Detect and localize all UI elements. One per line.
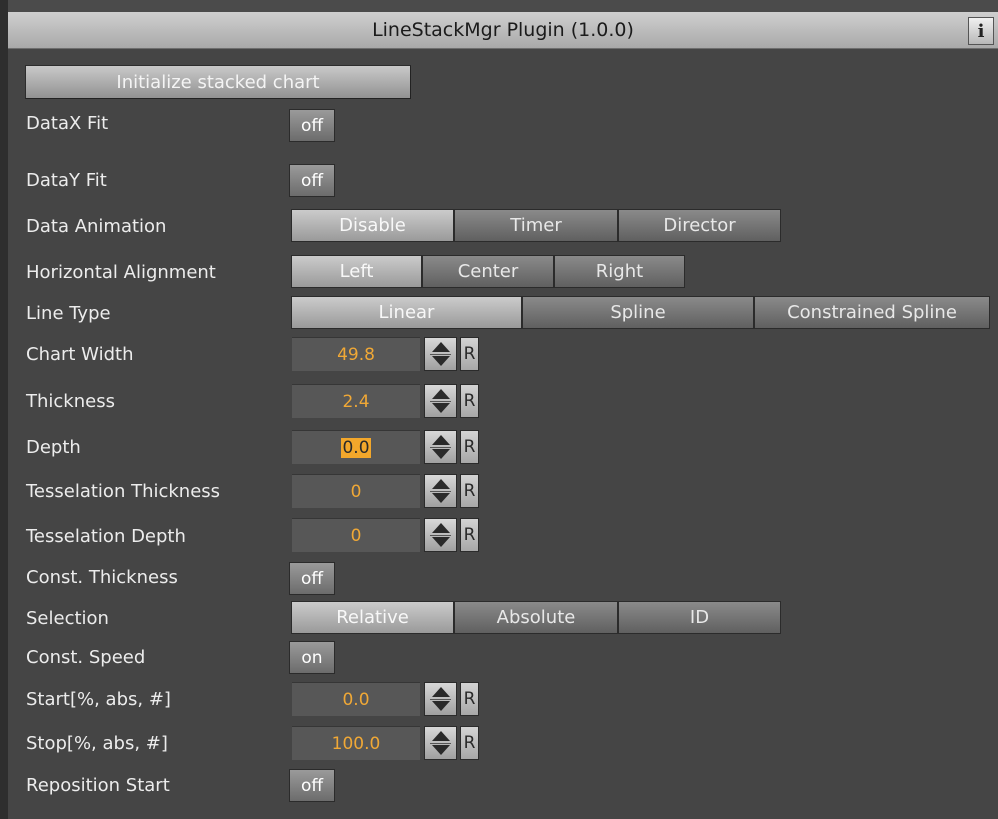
datay-fit-label: DataY Fit (26, 170, 107, 191)
alignment-left-button[interactable]: Left (291, 255, 422, 288)
stop-field[interactable]: 100.0 (292, 726, 420, 760)
line-type-label: Line Type (26, 303, 111, 324)
const-thickness-label: Const. Thickness (26, 567, 178, 588)
reposition-start-label: Reposition Start (26, 775, 170, 796)
panel-top-strip (8, 0, 998, 12)
data-animation-label: Data Animation (26, 216, 167, 237)
initialize-chart-button[interactable]: Initialize stacked chart (25, 65, 411, 99)
thickness-spinner-icon[interactable] (424, 384, 457, 418)
tesselation-depth-reset-button[interactable]: R (460, 518, 479, 552)
const-speed-label: Const. Speed (26, 647, 146, 668)
const-thickness-toggle[interactable]: off (289, 562, 335, 595)
reposition-start-toggle[interactable]: off (289, 769, 335, 802)
panel-title: LineStackMgr Plugin (1.0.0) (372, 19, 634, 41)
tesselation-depth-label: Tesselation Depth (26, 526, 186, 547)
alignment-center-button[interactable]: Center (422, 255, 554, 288)
tesselation-thickness-spinner-icon[interactable] (424, 474, 457, 508)
data-animation-director-button[interactable]: Director (618, 209, 781, 242)
selection-relative-button[interactable]: Relative (291, 601, 454, 634)
info-icon[interactable]: i (968, 17, 994, 45)
stop-label: Stop[%, abs, #] (26, 733, 168, 754)
start-label: Start[%, abs, #] (26, 689, 171, 710)
chart-width-spinner-icon[interactable] (424, 337, 457, 371)
panel-title-bar: LineStackMgr Plugin (1.0.0) i (8, 12, 998, 49)
depth-reset-button[interactable]: R (460, 430, 479, 464)
tesselation-thickness-reset-button[interactable]: R (460, 474, 479, 508)
chart-width-reset-button[interactable]: R (460, 337, 479, 371)
tesselation-thickness-label: Tesselation Thickness (26, 481, 221, 502)
chart-width-label: Chart Width (26, 344, 134, 365)
stop-spinner-icon[interactable] (424, 726, 457, 760)
horizontal-alignment-label: Horizontal Alignment (26, 262, 216, 283)
selection-absolute-button[interactable]: Absolute (454, 601, 618, 634)
thickness-field[interactable]: 2.4 (292, 384, 420, 418)
data-animation-timer-button[interactable]: Timer (454, 209, 618, 242)
depth-field[interactable]: 0.0 (292, 430, 420, 464)
chart-width-field[interactable]: 49.8 (292, 337, 420, 371)
start-spinner-icon[interactable] (424, 682, 457, 716)
data-animation-disable-button[interactable]: Disable (291, 209, 454, 242)
panel-left-border (0, 0, 8, 819)
start-reset-button[interactable]: R (460, 682, 479, 716)
line-type-linear-button[interactable]: Linear (291, 296, 522, 329)
datax-fit-toggle[interactable]: off (289, 109, 335, 142)
const-speed-toggle[interactable]: on (289, 641, 335, 674)
tesselation-depth-spinner-icon[interactable] (424, 518, 457, 552)
tesselation-depth-field[interactable]: 0 (292, 518, 420, 552)
start-field[interactable]: 0.0 (292, 682, 420, 716)
selection-id-button[interactable]: ID (618, 601, 781, 634)
datax-fit-label: DataX Fit (26, 113, 109, 134)
stop-reset-button[interactable]: R (460, 726, 479, 760)
line-type-constrained-spline-button[interactable]: Constrained Spline (754, 296, 990, 329)
thickness-label: Thickness (26, 391, 115, 412)
selection-label: Selection (26, 608, 109, 629)
alignment-right-button[interactable]: Right (554, 255, 685, 288)
datay-fit-toggle[interactable]: off (289, 164, 335, 197)
depth-label: Depth (26, 437, 81, 458)
plugin-panel: LineStackMgr Plugin (1.0.0) i Initialize… (0, 0, 998, 819)
tesselation-thickness-field[interactable]: 0 (292, 474, 420, 508)
thickness-reset-button[interactable]: R (460, 384, 479, 418)
depth-spinner-icon[interactable] (424, 430, 457, 464)
line-type-spline-button[interactable]: Spline (522, 296, 754, 329)
depth-field-value: 0.0 (341, 437, 371, 458)
